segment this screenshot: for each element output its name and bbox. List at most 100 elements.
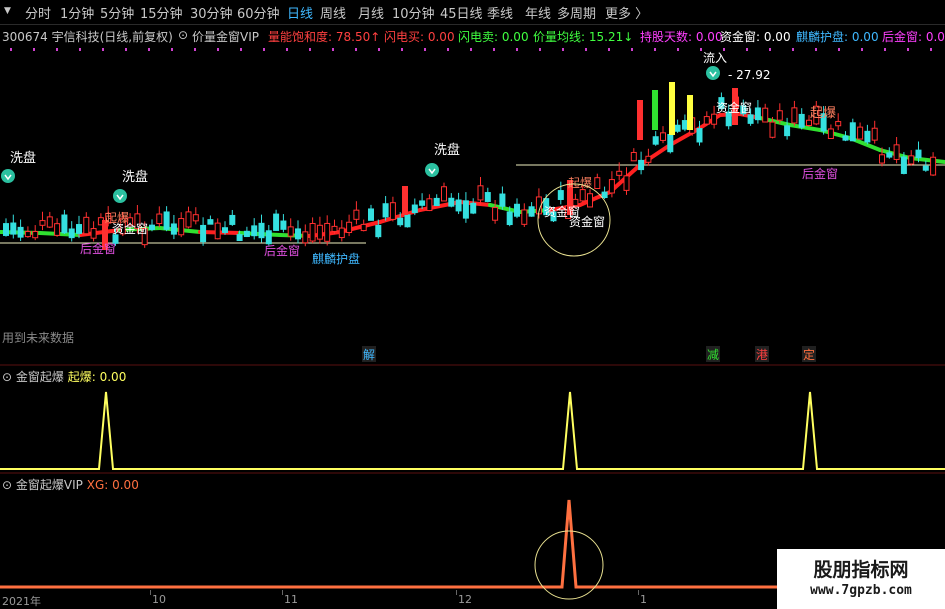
candle-body [798, 113, 805, 128]
signal-dot [33, 48, 35, 51]
candle-body [32, 231, 39, 239]
candle-body [484, 192, 491, 202]
candle-body [61, 214, 68, 234]
candle-body [402, 186, 408, 215]
marker-1: 减 [707, 348, 719, 362]
candle-body [448, 197, 455, 207]
candle-body [930, 156, 937, 176]
candle-body [652, 90, 658, 130]
signal-dot [907, 48, 909, 51]
candle-body [287, 226, 294, 237]
candle-body [587, 193, 593, 208]
candle-body [669, 82, 675, 135]
signal-dot [792, 48, 794, 51]
candle-body [309, 222, 316, 242]
date-label-3: 12 [458, 593, 472, 606]
candle-body [776, 110, 783, 121]
candle-body [360, 223, 367, 232]
candle-body [295, 228, 301, 240]
candle-body [521, 209, 528, 225]
candle-body [90, 228, 97, 239]
candle-body [404, 214, 411, 228]
date-tick [638, 590, 639, 595]
candle-body [601, 191, 608, 199]
candle-body [353, 209, 360, 220]
candle-body [17, 226, 24, 238]
signal-dot [654, 48, 656, 51]
signal-dot [79, 48, 81, 51]
candle-body [915, 149, 922, 159]
signal-dot [861, 48, 863, 51]
candle-body [39, 220, 46, 226]
candle-body [754, 107, 761, 121]
candle-body [397, 217, 404, 226]
candle-body [616, 170, 623, 176]
candle-body [192, 214, 199, 222]
candle-body [630, 151, 637, 162]
signal-dot [700, 48, 702, 51]
label-zijinchuang: 资金窗 [569, 214, 605, 229]
signal-dot [424, 48, 426, 51]
signal-dot [148, 48, 150, 51]
watermark: 股朋指标网 www.7gpzb.com [777, 549, 945, 609]
label-xipan: 洗盘 [434, 142, 460, 158]
candle-body [696, 128, 703, 143]
candle-body [769, 121, 776, 138]
candle-body [258, 222, 265, 239]
label-zijinchuang: 资金窗 [112, 221, 148, 236]
sub2-spike-line [0, 499, 780, 589]
signal-dot [539, 48, 541, 51]
candle-body [411, 204, 418, 214]
candle-body [594, 177, 601, 190]
candle-body [222, 227, 228, 233]
candle-body [273, 213, 280, 231]
candle-body [455, 199, 462, 212]
candle-body [382, 203, 389, 218]
candle-body [185, 211, 192, 228]
candle-body [229, 214, 236, 225]
signal-dot [815, 48, 817, 51]
candle-body [68, 228, 75, 239]
signal-dot [585, 48, 587, 51]
candle-body [462, 200, 469, 219]
sub1-value: 0.00 [99, 370, 127, 384]
candle-body [76, 224, 82, 234]
candle-body [10, 222, 17, 235]
candle-body [54, 223, 61, 236]
candle-body [835, 121, 842, 127]
candle-body [243, 230, 250, 238]
candle-body [886, 152, 893, 158]
candle-body [441, 186, 447, 202]
signal-dot [125, 48, 127, 51]
signal-dot [355, 48, 357, 51]
candle-body [492, 207, 499, 221]
signal-dot [746, 48, 748, 51]
candle-body [214, 222, 221, 240]
candle-body [316, 224, 323, 240]
signal-dot [677, 48, 679, 51]
sub1-spike-line [0, 391, 945, 470]
collapse-icon[interactable]: ⊙ [2, 370, 12, 384]
candle-body [324, 222, 331, 242]
signal-dot [10, 48, 12, 51]
kline-chart[interactable]: 洗盘洗盘洗盘流入- 27.92起爆起爆起爆资金窗资金窗资金窗资金窗后金窗 后金窗后… [0, 0, 945, 609]
signal-dot [378, 48, 380, 51]
watermark-title: 股朋指标网 [813, 559, 909, 581]
label-houjinchuang: 后金窗 [264, 243, 300, 258]
sub1-name: 金窗起爆 [15, 370, 64, 384]
candle-body [265, 230, 272, 245]
candle-body [346, 221, 353, 233]
candle-body [711, 113, 718, 125]
wash-signal-icon [425, 163, 439, 177]
candle-body [156, 213, 163, 225]
candle-body [667, 134, 674, 153]
candle-body [849, 122, 856, 142]
label-qilin: 麒麟护盘 [312, 251, 360, 266]
label-qibao: 起爆 [810, 106, 836, 121]
candle-body [842, 135, 849, 141]
candle-body [477, 185, 484, 201]
candle-body [338, 227, 345, 239]
marker-2: 港 [756, 348, 768, 362]
candle-body [178, 218, 185, 236]
collapse-icon[interactable]: ⊙ [2, 478, 12, 492]
